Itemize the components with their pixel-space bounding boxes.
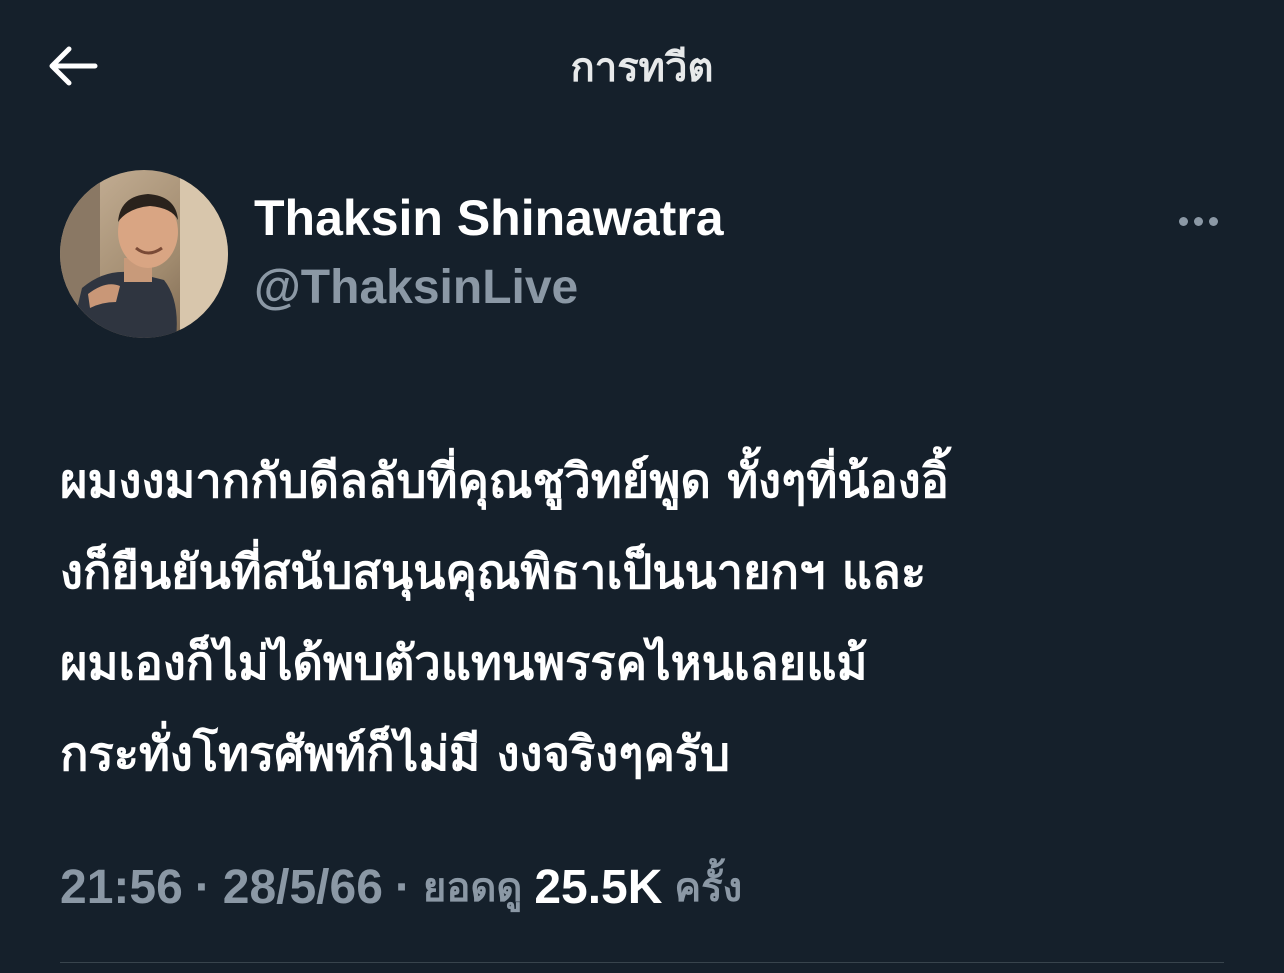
tweet-time[interactable]: 21:56 <box>60 860 183 915</box>
meta-separator: · <box>194 860 211 914</box>
views-unit: ครั้ง <box>674 865 743 911</box>
page-title: การทวีต <box>570 45 714 91</box>
tweet-text-line: ผมเองก็ไม่ได้พบตัวแทนพรรคไหนเลยแม้ <box>60 636 868 691</box>
tweet-text-line: งก็ยืนยันที่สนับสนุนคุณพิธาเป็นนายกฯ และ <box>60 545 927 600</box>
more-horizontal-icon <box>1176 211 1221 230</box>
meta-separator: · <box>394 860 411 914</box>
tweet-text-line: ผมงงมากกับดีลลับที่คุณชูวิทย์พูด ทั้งๆที… <box>60 454 949 509</box>
views-count: 25.5K <box>534 860 663 914</box>
tweet-date[interactable]: 28/5/66 <box>223 860 383 915</box>
more-options-button[interactable] <box>1166 200 1230 240</box>
tweet-text: ผมงงมากกับดีลลับที่คุณชูวิทย์พูด ทั้งๆที… <box>60 436 1230 800</box>
avatar[interactable] <box>60 170 228 338</box>
tweet-detail-screen: การทวีต Thaksin Shinawatra @ThaksinLive <box>0 0 1284 973</box>
divider <box>60 962 1224 963</box>
views-label: ยอดดู <box>422 865 523 911</box>
author-display-name[interactable]: Thaksin Shinawatra <box>254 186 724 250</box>
author-handle[interactable]: @ThaksinLive <box>254 256 578 320</box>
top-bar: การทวีต <box>0 0 1284 140</box>
tweet-text-line: กระทั่งโทรศัพท์ก็ไม่มี งงจริงๆครับ <box>60 727 730 782</box>
tweet-meta: 21:56 · 28/5/66 · ยอดดู 25.5K ครั้ง <box>60 852 742 922</box>
